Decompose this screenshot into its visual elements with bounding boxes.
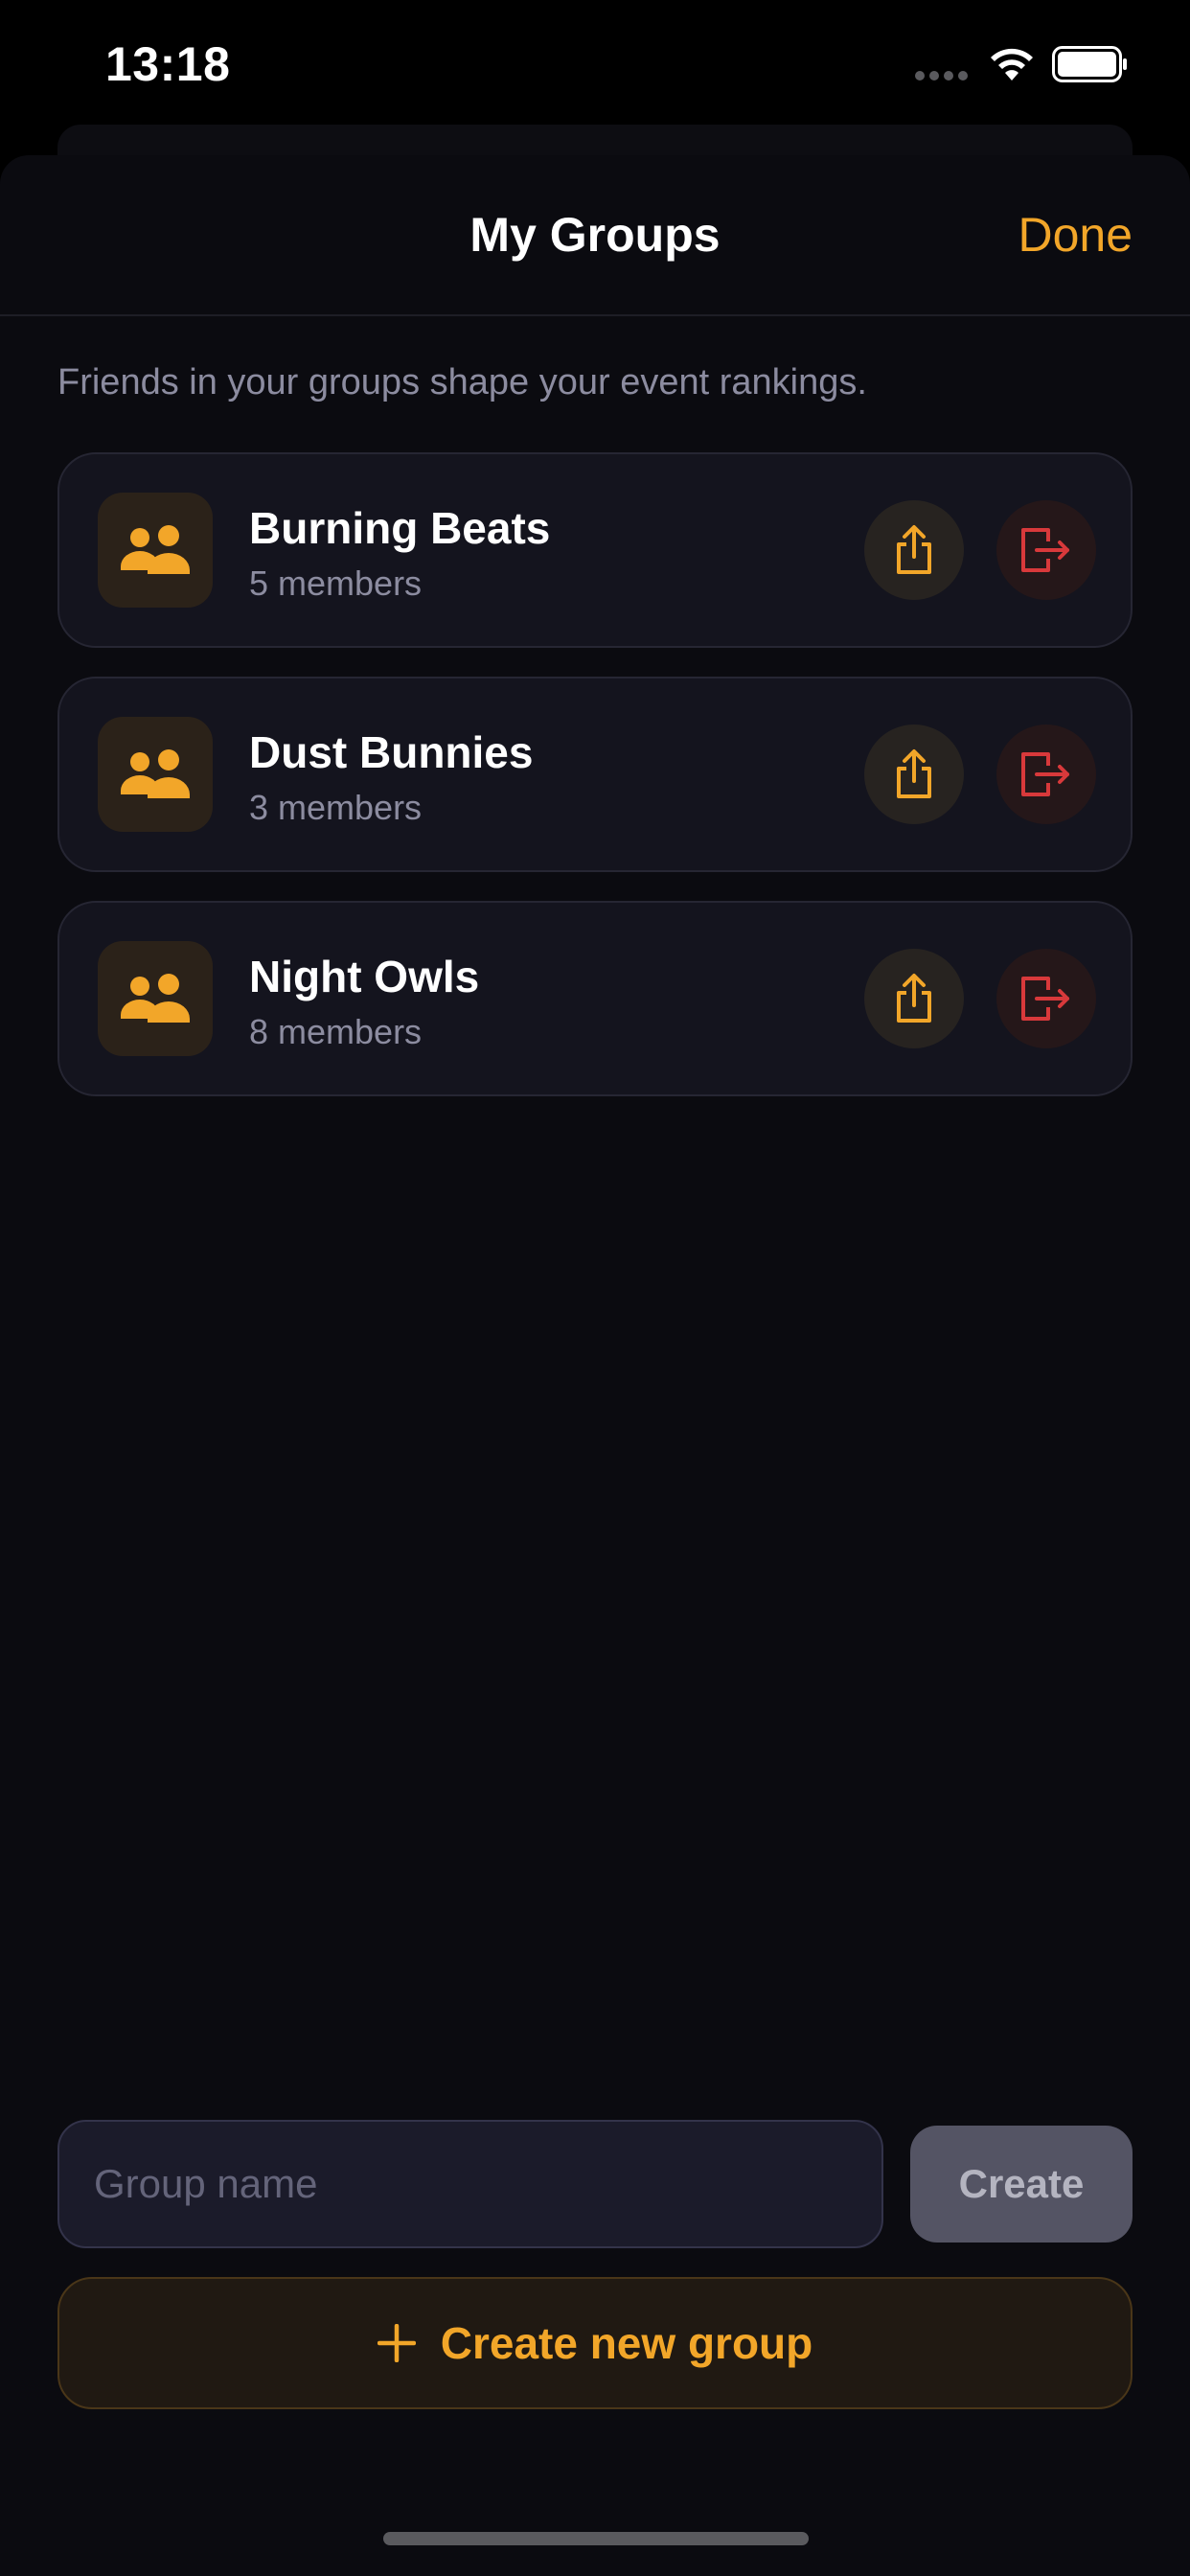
create-new-group-button[interactable]: Create new group [57, 2277, 1133, 2409]
done-button[interactable]: Done [1018, 207, 1133, 263]
leave-group-button[interactable] [996, 949, 1096, 1048]
group-member-count: 3 members [249, 788, 423, 827]
group-name: Dust Bunnies [249, 727, 534, 777]
create-button[interactable]: Create [910, 2126, 1133, 2242]
share-icon [897, 974, 931, 1023]
group-card[interactable]: Dust Bunnies 3 members [57, 677, 1133, 872]
group-name: Night Owls [249, 952, 480, 1001]
group-name-input[interactable] [57, 2120, 883, 2248]
group-member-count: 8 members [249, 1012, 423, 1051]
group-card[interactable]: Burning Beats 5 members [57, 452, 1133, 648]
people-icon [98, 493, 213, 608]
share-group-button[interactable] [864, 949, 964, 1048]
leave-group-button[interactable] [996, 724, 1096, 824]
status-bar: 13:18 [0, 0, 1190, 134]
group-member-count: 5 members [249, 564, 423, 603]
battery-icon [1052, 46, 1127, 82]
leave-group-icon [1021, 752, 1069, 796]
navigation-bar: My Groups Done [0, 155, 1190, 316]
signal-icon [915, 71, 968, 80]
groups-sheet: My Groups Done Friends in your groups sh… [0, 155, 1190, 2576]
share-group-button[interactable] [864, 724, 964, 824]
wifi-icon [991, 48, 1033, 80]
share-group-button[interactable] [864, 500, 964, 600]
group-name: Burning Beats [249, 503, 551, 553]
subtitle: Friends in your groups shape your event … [57, 362, 867, 402]
leave-group-icon [1021, 528, 1069, 572]
share-icon [897, 749, 931, 798]
create-new-group-label: Create new group [440, 2318, 813, 2368]
status-time: 13:18 [105, 37, 231, 91]
people-icon [98, 717, 213, 832]
share-icon [897, 525, 931, 574]
leave-group-icon [1021, 977, 1069, 1021]
group-card[interactable]: Night Owls 8 members [57, 901, 1133, 1096]
people-icon [98, 941, 213, 1056]
home-indicator[interactable] [383, 2532, 809, 2545]
group-list: Burning Beats 5 members Dust Bunnies 3 m… [57, 452, 1133, 1125]
create-group-form: Create [57, 2120, 1133, 2248]
page-title: My Groups [469, 208, 721, 262]
leave-group-button[interactable] [996, 500, 1096, 600]
screen: 13:18 My Groups Done Friends in your gro… [0, 0, 1190, 2576]
plus-icon [377, 2324, 416, 2362]
